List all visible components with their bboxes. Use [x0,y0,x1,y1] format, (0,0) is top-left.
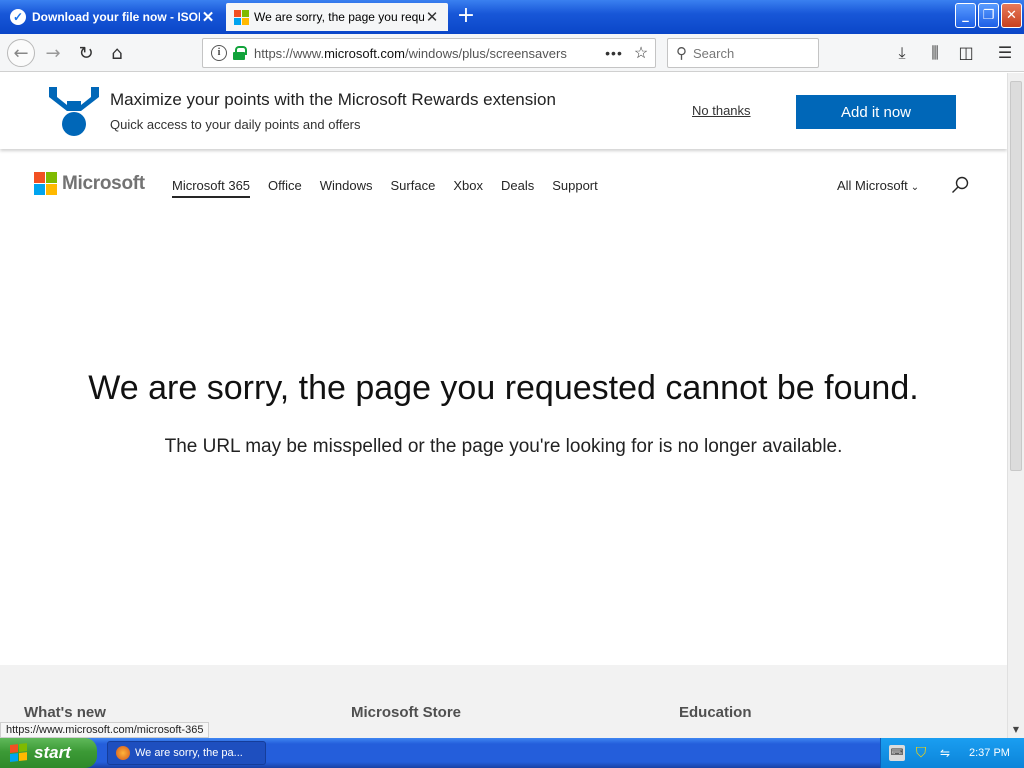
forward-button[interactable]: → [40,40,66,66]
taskbar: start We are sorry, the pa... ⌨ ⛉ ⇋ 2:37… [0,738,1024,768]
home-button[interactable]: ⌂ [104,40,130,66]
scroll-down-arrow-icon[interactable]: ▼ [1010,724,1022,736]
chevron-down-icon: ⌄ [910,182,920,193]
page-viewport: Maximize your points with the Microsoft … [0,73,1007,738]
logo-text: Microsoft [62,172,145,194]
address-bar[interactable]: i https://www.microsoft.com/windows/plus… [202,38,656,68]
status-url: https://www.microsoft.com/microsoft-365 [0,722,210,738]
tab-title: We are sorry, the page you requested can… [254,10,424,24]
footer-heading-whats-new: What's new [24,704,106,721]
add-it-now-button[interactable]: Add it now [796,95,956,129]
page-actions-icon[interactable]: ••• [601,45,627,61]
close-tab-icon[interactable]: ✕ [424,8,440,26]
start-button[interactable]: start [0,738,97,768]
all-microsoft-label: All Microsoft [837,178,908,193]
no-thanks-link[interactable]: No thanks [692,103,751,118]
bookmark-star-icon[interactable]: ☆ [627,43,655,63]
scrollbar-thumb[interactable] [1010,81,1022,471]
navigation-toolbar: ← → ↻ ⌂ i https://www.microsoft.com/wind… [0,34,1024,72]
microsoft-logo-icon [34,172,57,195]
taskbar-window-item[interactable]: We are sorry, the pa... [107,741,266,765]
library-icon[interactable]: ⫼ [923,41,947,65]
check-circle-icon: ✓ [10,9,26,25]
browser-title-bar: ✓ Download your file now - ISORIVER ✕ We… [0,0,1024,34]
site-header: Microsoft Microsoft 365 Office Windows S… [0,165,1007,205]
lock-icon [233,46,247,60]
microsoft-logo[interactable]: Microsoft [34,172,145,195]
reload-button[interactable]: ↻ [73,40,99,66]
nav-surface[interactable]: Surface [391,178,436,198]
close-tab-icon[interactable]: ✕ [200,8,216,26]
error-heading: We are sorry, the page you requested can… [88,369,919,407]
start-label: start [34,743,71,762]
sidebar-icon[interactable]: ◫ [954,41,978,65]
maximize-button[interactable]: ❐ [978,3,999,28]
clock: 2:37 PM [969,747,1010,759]
nav-support[interactable]: Support [552,178,598,198]
footer-heading-microsoft-store: Microsoft Store [351,704,462,721]
nav-microsoft-365[interactable]: Microsoft 365 [172,178,251,198]
search-input[interactable]: ⚲ Search [667,38,819,68]
close-window-button[interactable]: ✕ [1001,3,1022,28]
tab-microsoft[interactable]: We are sorry, the page you requested can… [226,3,448,31]
taskbar-window-label: We are sorry, the pa... [135,747,243,759]
site-nav: Microsoft 365 Office Windows Surface Xbo… [172,178,616,198]
nav-office[interactable]: Office [268,178,302,198]
site-info-icon[interactable]: i [211,45,227,61]
nav-windows[interactable]: Windows [320,178,373,198]
rewards-subtext: Quick access to your daily points and of… [110,117,361,132]
nav-deals[interactable]: Deals [501,178,534,198]
security-shield-icon[interactable]: ⛉ [913,745,929,761]
all-microsoft-menu[interactable]: All Microsoft ⌄ [837,178,919,193]
minimize-button[interactable]: _ [955,3,976,28]
system-tray: ⌨ ⛉ ⇋ 2:37 PM [880,738,1024,768]
vertical-scrollbar[interactable]: ▼ [1007,73,1024,738]
url-text[interactable]: https://www.microsoft.com/windows/plus/s… [254,46,601,61]
tab-title: Download your file now - ISORIVER [32,10,200,24]
rewards-medal-icon [49,87,99,136]
back-button[interactable]: ← [7,39,35,67]
new-tab-button[interactable]: + [452,4,480,30]
menu-icon[interactable]: ☰ [993,41,1017,65]
firefox-icon [116,746,130,760]
windows-flag-icon [10,743,28,763]
microsoft-favicon-icon [234,10,249,25]
rewards-headline: Maximize your points with the Microsoft … [110,90,556,109]
site-search-icon[interactable] [950,175,970,195]
download-icon[interactable]: ⤓ [890,41,914,65]
keyboard-icon[interactable]: ⌨ [889,745,905,761]
search-icon: ⚲ [676,45,687,62]
search-placeholder: Search [693,45,735,61]
footer-heading-education: Education [679,704,752,721]
tab-download[interactable]: ✓ Download your file now - ISORIVER ✕ [2,3,224,31]
error-message: The URL may be misspelled or the page yo… [164,436,843,457]
nav-xbox[interactable]: Xbox [453,178,483,198]
rewards-banner: Maximize your points with the Microsoft … [0,73,1007,149]
network-icon[interactable]: ⇋ [937,745,953,761]
